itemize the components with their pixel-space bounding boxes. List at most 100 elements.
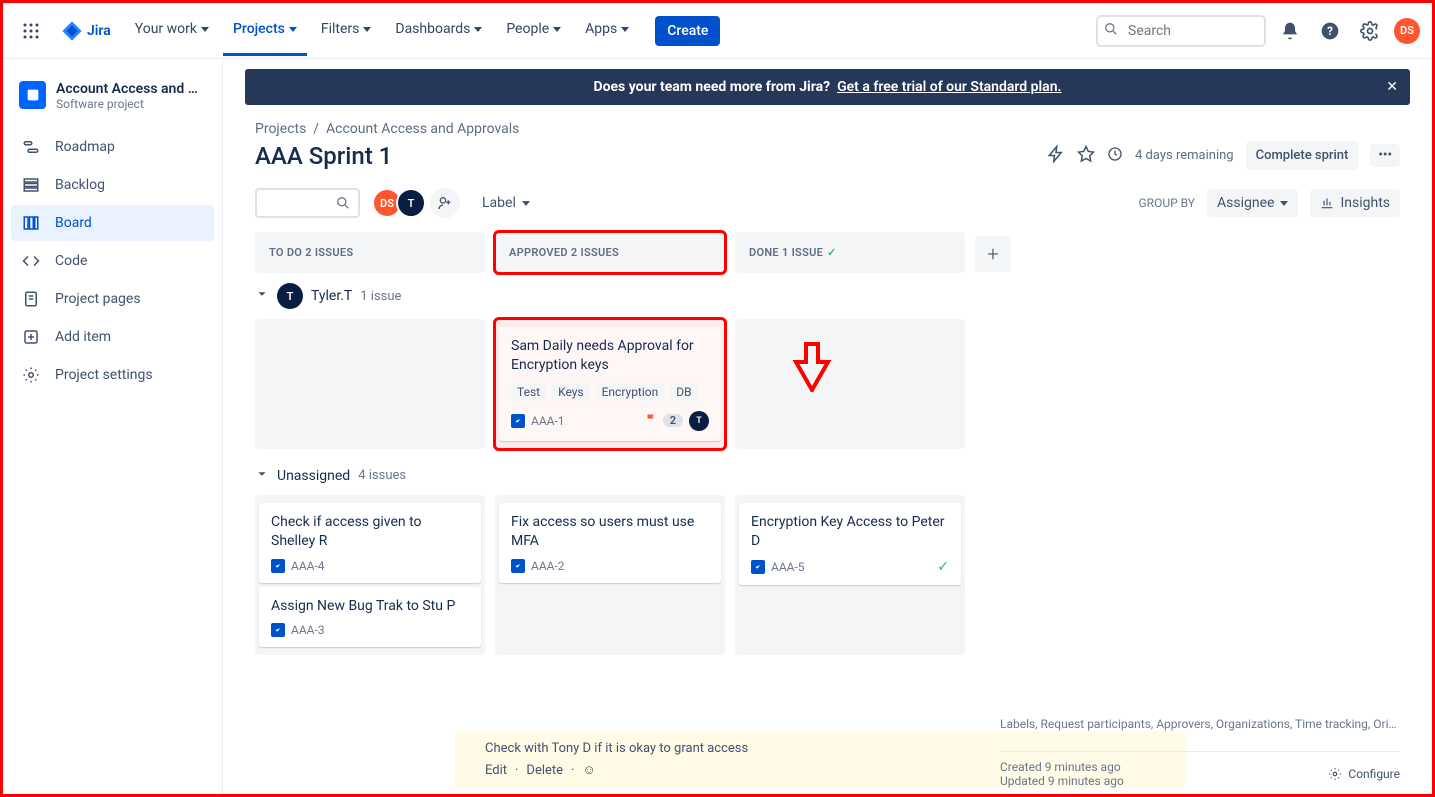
star-icon[interactable] [1077,145,1095,167]
app-switcher-icon[interactable] [15,15,47,47]
tag: Test [511,383,546,401]
nav-people[interactable]: People [496,5,571,56]
issue-card-aaa-1[interactable]: Sam Daily needs Approval for Encryption … [499,327,721,441]
pages-icon [21,289,41,309]
clock-icon [1107,146,1123,166]
issue-key: AAA-2 [531,559,565,573]
chevron-down-icon [289,27,297,32]
notifications-icon[interactable] [1274,15,1306,47]
assignee-avatar: T [689,411,709,431]
sidebar-item-board[interactable]: Board [11,205,214,241]
nav-dashboards[interactable]: Dashboards [385,5,492,56]
add-people-icon[interactable] [430,188,460,218]
crumb-project-name[interactable]: Account Access and Approvals [326,121,519,137]
add-icon [21,327,41,347]
delete-link[interactable]: Delete [526,763,563,778]
flag-icon [645,413,657,429]
lane-todo[interactable]: Check if access given to Shelley R AAA-4… [255,495,485,656]
nav-apps[interactable]: Apps [575,5,639,56]
issuetype-task-icon [511,559,525,573]
tag: Encryption [596,383,665,401]
swimlane-unassigned[interactable]: Unassigned 4 issues [255,457,1400,495]
sidebar-item-pages[interactable]: Project pages [11,281,214,317]
lane-approved[interactable]: Sam Daily needs Approval for Encryption … [495,319,725,449]
help-icon[interactable]: ? [1314,15,1346,47]
create-button[interactable]: Create [655,16,720,46]
card-title: Check if access given to Shelley R [271,513,469,551]
configure-button[interactable]: Configure [1328,760,1400,788]
issuetype-task-icon [271,559,285,573]
card-title: Assign New Bug Trak to Stu P [271,597,469,616]
sidebar-item-backlog[interactable]: Backlog [11,167,214,203]
nav-projects[interactable]: Projects [223,5,307,56]
top-nav: Jira Your work Projects Filters Dashboar… [3,3,1432,59]
gear-icon [21,365,41,385]
svg-text:?: ? [1327,24,1333,38]
complete-sprint-button[interactable]: Complete sprint [1246,141,1359,170]
swimlane-avatar: T [277,283,303,309]
chevron-down-icon [474,27,482,32]
lane-todo[interactable] [255,319,485,449]
global-search-input[interactable] [1096,15,1266,47]
issue-key: AAA-3 [291,623,325,637]
automation-icon[interactable] [1047,145,1065,167]
tag: Keys [552,383,590,401]
add-column-button[interactable]: + [975,236,1011,272]
board-search-input[interactable] [255,188,360,218]
avatar-t[interactable]: T [396,188,426,218]
jira-logo[interactable]: Jira [61,20,111,42]
issue-card-aaa-3[interactable]: Assign New Bug Trak to Stu P AAA-3 [259,587,481,648]
group-by-label: GROUP BY [1139,196,1196,210]
card-title: Sam Daily needs Approval for Encryption … [511,337,709,375]
sidebar-item-add[interactable]: Add item [11,319,214,355]
board-icon [21,213,41,233]
page-title: AAA Sprint 1 [255,142,392,170]
column-todo-header[interactable]: TO DO 2 ISSUES [255,232,485,273]
edit-link[interactable]: Edit [485,763,507,778]
group-by-dropdown[interactable]: Assignee [1207,189,1298,217]
sidebar-item-code[interactable]: Code [11,243,214,279]
banner-close-icon[interactable]: ✕ [1386,79,1398,95]
user-avatar[interactable]: DS [1394,18,1420,44]
lane-approved[interactable]: Fix access so users must use MFA AAA-2 [495,495,725,656]
column-done-header[interactable]: DONE 1 ISSUE✓ [735,232,965,273]
lane-done[interactable] [735,319,965,449]
updated-date: Updated 9 minutes ago [1000,774,1124,788]
issuetype-task-icon [511,414,525,428]
estimate-badge: 2 [663,414,683,427]
lane-done[interactable]: Encryption Key Access to Peter D AAA-5✓ [735,495,965,656]
meta-fields: Labels, Request participants, Approvers,… [1000,715,1400,733]
reaction-icon[interactable]: ☺ [582,762,595,778]
label-filter-dropdown[interactable]: Label [482,195,530,211]
sidebar-item-settings[interactable]: Project settings [11,357,214,393]
issue-card-aaa-5[interactable]: Encryption Key Access to Peter D AAA-5✓ [739,503,961,585]
more-actions-icon[interactable]: ••• [1370,144,1400,167]
swimlane-count: 4 issues [358,468,406,483]
issuetype-task-icon [271,623,285,637]
upgrade-banner: Does your team need more from Jira? Get … [245,69,1410,105]
issue-card-aaa-4[interactable]: Check if access given to Shelley R AAA-4 [259,503,481,583]
details-panel: Labels, Request participants, Approvers,… [1000,715,1400,788]
crumb-projects[interactable]: Projects [255,121,306,137]
backlog-icon [21,175,41,195]
chevron-down-icon [363,27,371,32]
nav-filters[interactable]: Filters [311,5,382,56]
issuetype-task-icon [751,560,765,574]
sidebar-item-roadmap[interactable]: Roadmap [11,129,214,165]
breadcrumb: Projects / Account Access and Approvals [223,105,1432,137]
card-title: Encryption Key Access to Peter D [751,513,949,551]
project-sidebar: Account Access and Ap… Software project … [3,59,223,794]
issue-key: AAA-4 [291,559,325,573]
insights-button[interactable]: Insights [1310,189,1400,217]
nav-your-work[interactable]: Your work [125,5,219,56]
chevron-down-icon [1280,201,1288,206]
column-approved-header[interactable]: APPROVED 2 ISSUES [495,232,725,273]
chevron-down-icon [255,287,269,305]
settings-icon[interactable] [1354,15,1386,47]
tag: DB [670,383,697,401]
swimlane-tyler[interactable]: T Tyler.T 1 issue [255,273,1400,319]
check-icon: ✓ [827,246,837,259]
trial-link[interactable]: Get a free trial of our Standard plan. [837,79,1061,95]
chevron-down-icon [621,27,629,32]
issue-card-aaa-2[interactable]: Fix access so users must use MFA AAA-2 [499,503,721,583]
